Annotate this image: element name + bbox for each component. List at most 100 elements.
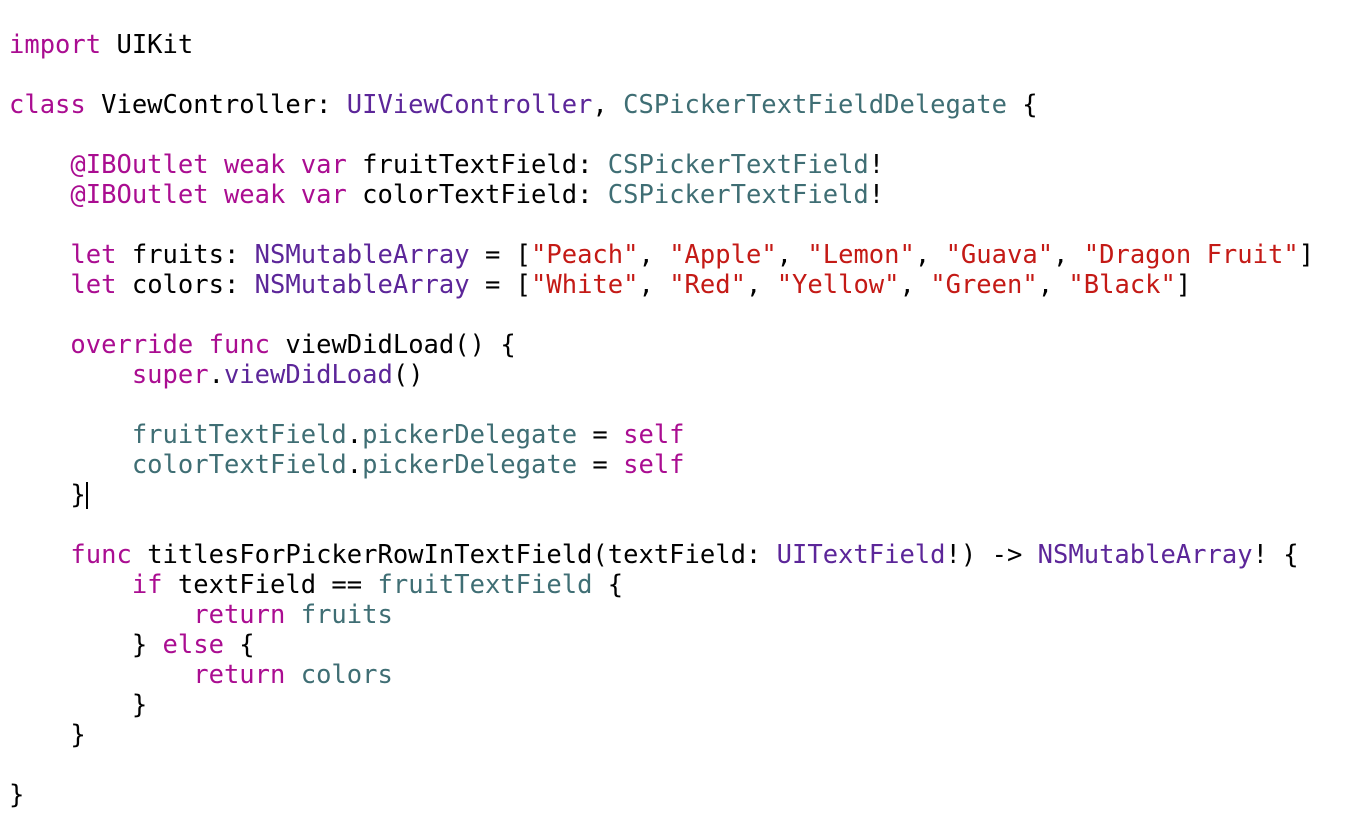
- code-line[interactable]: ​: [9, 300, 1339, 330]
- code-token: viewDidLoad() {: [270, 330, 516, 360]
- code-token: "Dragon Fruit": [1083, 240, 1299, 270]
- code-token: }: [9, 480, 86, 510]
- code-token: return: [193, 600, 286, 630]
- code-line[interactable]: }: [9, 690, 1339, 720]
- code-token: NSMutableArray: [254, 270, 470, 300]
- code-token: = [: [469, 240, 532, 270]
- code-line[interactable]: ​: [9, 60, 1339, 90]
- code-token: pickerDelegate: [362, 450, 578, 480]
- code-token: titlesForPickerRowInTextField(textField:: [131, 540, 777, 570]
- code-line[interactable]: @IBOutlet weak var colorTextField: CSPic…: [9, 180, 1339, 210]
- code-token: {: [592, 570, 624, 600]
- code-token: if: [131, 570, 163, 600]
- code-token: "Black": [1068, 270, 1176, 300]
- code-token: UIKit: [101, 30, 194, 60]
- code-token: ! {: [1252, 540, 1299, 570]
- code-token: textField ==: [162, 570, 378, 600]
- code-line[interactable]: let fruits: NSMutableArray = ["Peach", "…: [9, 240, 1339, 270]
- code-line[interactable]: let colors: NSMutableArray = ["White", "…: [9, 270, 1339, 300]
- code-line[interactable]: }: [9, 480, 1339, 510]
- code-token: self: [623, 420, 685, 450]
- code-token: fruits:: [116, 240, 255, 270]
- code-token: "White": [531, 270, 639, 300]
- code-line[interactable]: ​: [9, 390, 1339, 420]
- code-token: override: [70, 330, 194, 360]
- code-token: }: [9, 630, 163, 660]
- code-line[interactable]: colorTextField.pickerDelegate = self: [9, 450, 1339, 480]
- code-token: @IBOutlet: [70, 180, 209, 210]
- code-token: else: [162, 630, 224, 660]
- code-token: = [: [469, 270, 532, 300]
- code-line[interactable]: override func viewDidLoad() {: [9, 330, 1339, 360]
- code-line[interactable]: }: [9, 780, 1339, 810]
- code-line[interactable]: func titlesForPickerRowInTextField(textF…: [9, 540, 1339, 570]
- code-token: self: [623, 450, 685, 480]
- code-token: UITextField: [776, 540, 946, 570]
- code-token: import: [9, 30, 102, 60]
- code-line[interactable]: if textField == fruitTextField {: [9, 570, 1339, 600]
- code-token: let: [70, 270, 117, 300]
- code-token: CSPickerTextField: [607, 150, 869, 180]
- code-token: @IBOutlet: [70, 150, 209, 180]
- code-token: var: [300, 180, 347, 210]
- code-token: ,: [1037, 270, 1069, 300]
- code-token: ]: [1175, 270, 1192, 300]
- code-token: class: [9, 90, 86, 120]
- code-token: ,: [745, 270, 777, 300]
- code-token: ,: [914, 240, 946, 270]
- code-token: ,: [592, 90, 624, 120]
- code-token: "Guava": [945, 240, 1054, 270]
- code-token: colorTextField: [131, 450, 347, 480]
- text-caret: [85, 482, 88, 509]
- code-line[interactable]: ​: [9, 510, 1339, 540]
- code-token: "Peach": [531, 240, 639, 270]
- code-token: ,: [638, 270, 670, 300]
- code-token: fruits: [300, 600, 393, 630]
- code-token: .: [346, 420, 363, 450]
- code-line[interactable]: ​: [9, 750, 1339, 780]
- code-token: CSPickerTextField: [607, 180, 869, 210]
- code-token: }: [9, 690, 148, 720]
- code-token: ,: [899, 270, 931, 300]
- code-line[interactable]: @IBOutlet weak var fruitTextField: CSPic…: [9, 150, 1339, 180]
- code-line[interactable]: class ViewController: UIViewController, …: [9, 90, 1339, 120]
- code-line[interactable]: }: [9, 720, 1339, 750]
- code-line[interactable]: } else {: [9, 630, 1339, 660]
- code-token: NSMutableArray: [254, 240, 470, 270]
- code-token: ]: [1298, 240, 1315, 270]
- code-token: CSPickerTextFieldDelegate: [623, 90, 1007, 120]
- code-token: colorTextField:: [346, 180, 608, 210]
- code-token: .: [346, 450, 363, 480]
- code-token: pickerDelegate: [362, 420, 578, 450]
- code-token: ViewController:: [85, 90, 347, 120]
- code-line[interactable]: import UIKit: [9, 30, 1339, 60]
- code-line[interactable]: return fruits: [9, 600, 1339, 630]
- code-token: .: [208, 360, 224, 390]
- code-token: }: [9, 720, 86, 750]
- code-line[interactable]: return colors: [9, 660, 1339, 690]
- code-token: "Green": [930, 270, 1038, 300]
- source-editor[interactable]: import UIKit​class ViewController: UIVie…: [9, 30, 1339, 830]
- code-line[interactable]: ​: [9, 210, 1339, 240]
- code-token: viewDidLoad: [223, 360, 393, 390]
- code-line[interactable]: super.viewDidLoad(): [9, 360, 1339, 390]
- code-token: =: [577, 420, 624, 450]
- code-token: "Apple": [669, 240, 777, 270]
- code-line[interactable]: ​: [9, 120, 1339, 150]
- code-token: {: [223, 630, 255, 660]
- code-token: !) ->: [945, 540, 1038, 570]
- code-token: colors: [300, 660, 393, 690]
- code-line[interactable]: fruitTextField.pickerDelegate = self: [9, 420, 1339, 450]
